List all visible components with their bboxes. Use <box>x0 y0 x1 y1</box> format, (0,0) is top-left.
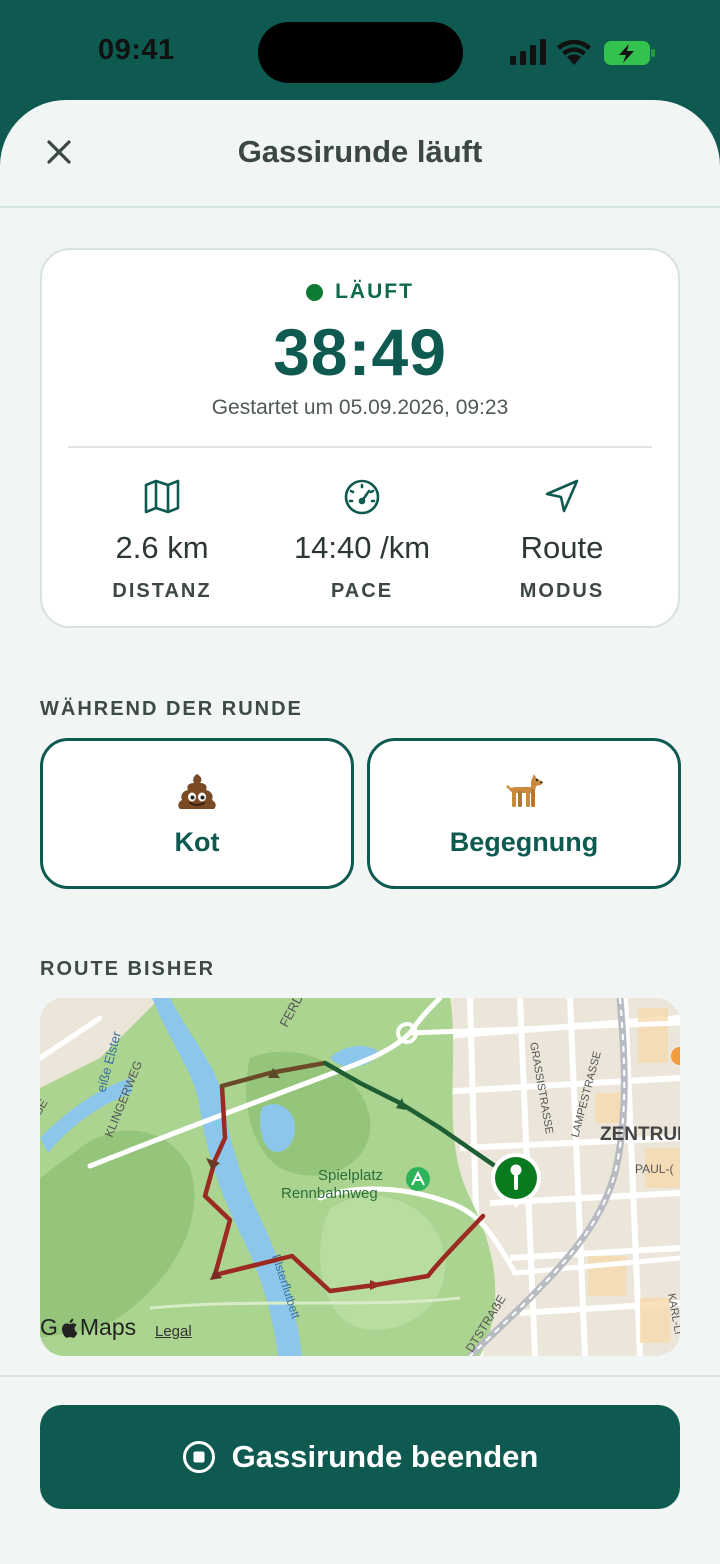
battery-charging-icon <box>604 41 655 65</box>
attribution-prefix: G <box>40 1314 58 1340</box>
sheet-header: Gassirunde läuft <box>0 100 720 208</box>
bottom-divider <box>0 1375 720 1377</box>
wifi-icon <box>557 39 591 65</box>
stat-mode: Route MODUS <box>462 476 662 603</box>
stat-value: 14:40 /km <box>293 530 431 565</box>
speedometer-icon <box>344 479 380 515</box>
page-title: Gassirunde läuft <box>237 134 483 169</box>
stat-value: Route <box>520 530 604 565</box>
stat-label: DISTANZ <box>112 580 212 602</box>
elapsed-timer: 38:49 <box>273 315 447 389</box>
timer-card: LÄUFT 38:49 Gestartet um 05.09.2026, 09:… <box>40 248 680 628</box>
status-time: 09:41 <box>98 34 175 66</box>
log-poop-button[interactable]: Kot <box>40 738 354 889</box>
cellular-signal-icon <box>510 39 546 65</box>
map-icon <box>144 479 180 514</box>
stat-label: MODUS <box>519 580 605 602</box>
started-text: Gestartet um 05.09.2026, 09:23 <box>211 396 509 419</box>
map-label: Rennbahnweg <box>281 1185 378 1202</box>
status-icons <box>508 36 658 70</box>
end-walk-button[interactable]: Gassirunde beenden <box>40 1405 680 1509</box>
navigation-arrow-icon <box>545 479 579 513</box>
map-label: PAUL-( <box>635 1162 673 1176</box>
stat-distance: 2.6 km DISTANZ <box>62 476 262 603</box>
sheet: Gassirunde läuft LÄUFT 38:49 Gestartet u… <box>0 100 720 1564</box>
dog-emoji-icon <box>506 774 543 807</box>
card-divider <box>68 446 652 448</box>
action-label: Begegnung <box>449 827 599 857</box>
section-title-during: WÄHREND DER RUNDE <box>40 698 303 720</box>
stop-icon <box>182 1441 215 1473</box>
route-map[interactable]: FERD eiße Elster KLINGERWEG GRASSISTRASS… <box>40 998 680 1356</box>
dynamic-island <box>258 22 463 83</box>
end-walk-label: Gassirunde beenden <box>231 1439 539 1474</box>
log-encounter-button[interactable]: Begegnung <box>367 738 681 889</box>
section-title-route: ROUTE BISHER <box>40 958 216 980</box>
apple-logo-icon <box>61 1318 78 1338</box>
map-label: ZENTRUI <box>600 1124 680 1145</box>
status-bar: 09:41 <box>0 0 720 100</box>
run-status-label: LÄUFT <box>335 280 414 303</box>
maps-attribution: Maps <box>79 1314 137 1340</box>
action-label: Kot <box>174 827 220 857</box>
map-label: Spielplatz <box>318 1167 383 1184</box>
legal-link[interactable]: Legal <box>155 1323 192 1340</box>
stat-label: PACE <box>330 580 394 602</box>
stat-value: 2.6 km <box>115 530 209 565</box>
apple-maps-logo: G Maps <box>40 1314 136 1341</box>
stat-pace: 14:40 /km PACE <box>262 476 462 603</box>
poop-emoji-icon <box>178 774 216 809</box>
running-dot-icon <box>306 283 324 301</box>
run-status: LÄUFT <box>42 280 678 304</box>
playground-poi-icon <box>406 1167 430 1191</box>
